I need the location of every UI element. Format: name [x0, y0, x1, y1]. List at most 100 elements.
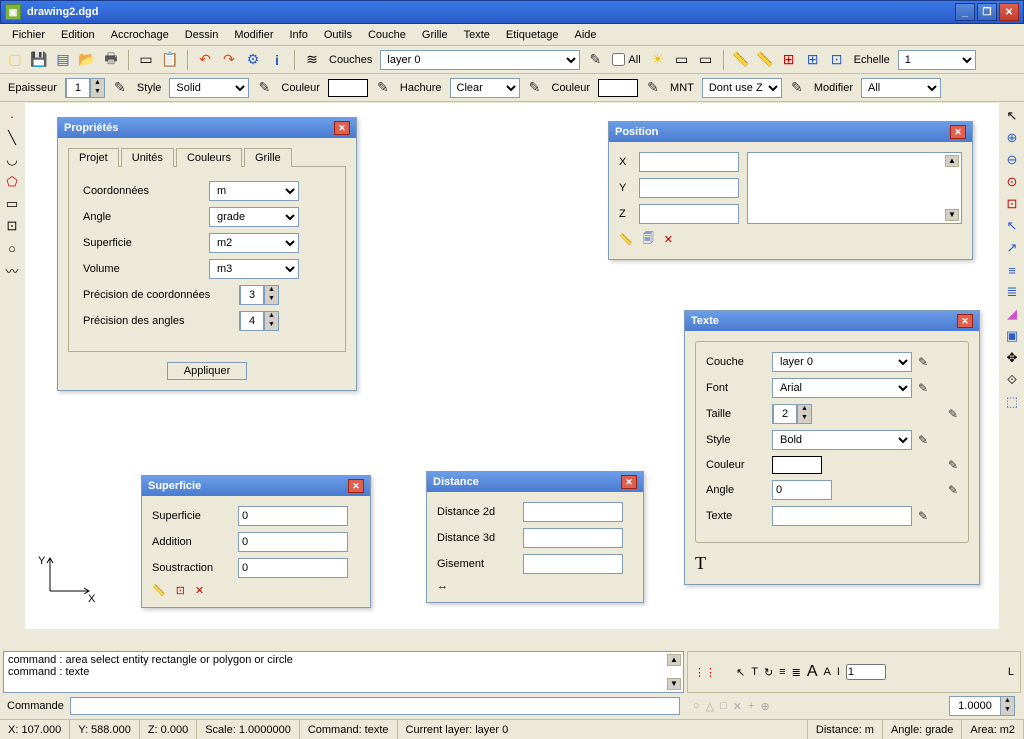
save-all-icon[interactable]: ▤ [54, 51, 72, 69]
stack-icon[interactable]: ≡ [1003, 261, 1021, 279]
dim-icon[interactable]: ⊞ [780, 51, 798, 69]
circle-shape-icon[interactable]: ○ [693, 700, 700, 712]
pencil-icon[interactable]: ✎ [918, 433, 928, 447]
zoom-fit-icon[interactable]: ⊙ [1003, 173, 1021, 191]
pencil-icon[interactable]: ✎ [644, 79, 662, 97]
rotate-icon[interactable]: ↻ [764, 666, 773, 679]
circle-tool-icon[interactable]: ○ [3, 239, 21, 257]
rect2-icon[interactable]: ▭ [697, 51, 715, 69]
print-icon[interactable]: 🖶 [102, 51, 120, 69]
pencil-icon[interactable]: ✎ [255, 79, 273, 97]
menu-texte[interactable]: Texte [456, 27, 498, 43]
plus-shape-icon[interactable]: + [748, 700, 754, 712]
paste-icon[interactable]: 📋 [161, 51, 179, 69]
square-shape-icon[interactable]: □ [720, 700, 727, 712]
epaisseur-spinner[interactable]: ▲▼ [65, 78, 105, 98]
text-angle-input[interactable] [772, 480, 832, 500]
cursor-text-icon[interactable]: I [837, 666, 840, 678]
curve-tool-icon[interactable]: 〰 [3, 261, 21, 279]
ruler-icon[interactable]: 📏 [152, 584, 166, 597]
menu-dessin[interactable]: Dessin [177, 27, 227, 43]
delete-surf-icon[interactable]: ✕ [195, 584, 204, 597]
texte-close-icon[interactable]: ✕ [957, 314, 973, 328]
menu-couche[interactable]: Couche [360, 27, 414, 43]
zoom-out-icon[interactable]: ⊖ [1003, 151, 1021, 169]
add-input[interactable] [238, 532, 348, 552]
pencil-icon[interactable]: ✎ [374, 79, 392, 97]
x-shape-icon[interactable]: ✕ [733, 700, 742, 713]
tab-projet[interactable]: Projet [68, 148, 119, 167]
menu-etiquetage[interactable]: Etiquetage [498, 27, 567, 43]
style-select[interactable]: Solid [169, 78, 249, 98]
menu-grille[interactable]: Grille [414, 27, 456, 43]
command-log[interactable]: command : area select entity rectangle o… [3, 651, 684, 693]
menu-outils[interactable]: Outils [316, 27, 360, 43]
superficie-close-icon[interactable]: ✕ [348, 479, 364, 493]
z-input[interactable] [639, 204, 739, 224]
cursor-icon[interactable]: ↖ [1003, 107, 1021, 125]
tab-grille[interactable]: Grille [244, 148, 292, 167]
ruler2-icon[interactable]: 📏 [756, 51, 774, 69]
close-button[interactable]: ✕ [999, 3, 1019, 21]
grid-icon[interactable]: ⋮⋮ [694, 666, 716, 679]
ruler-red-icon[interactable]: ⊡ [176, 584, 185, 597]
arrow-ne-icon[interactable]: ↗ [1003, 239, 1021, 257]
y-input[interactable] [639, 178, 739, 198]
arrow-dim-icon[interactable]: ↖ [736, 666, 745, 679]
pencil-icon[interactable]: ✎ [111, 79, 129, 97]
zoom-in-icon[interactable]: ⊕ [1003, 129, 1021, 147]
select-rect-icon[interactable]: ⬚ [1003, 393, 1021, 411]
properties-close-icon[interactable]: ✕ [334, 121, 350, 135]
open-folder-icon[interactable]: 📂 [78, 51, 96, 69]
fill-icon[interactable]: ▣ [1003, 327, 1021, 345]
mnt-select[interactable]: Dont use Z [702, 78, 782, 98]
angle-select[interactable]: grade [209, 207, 299, 227]
surf-select[interactable]: m2 [209, 233, 299, 253]
couleur-swatch[interactable] [328, 79, 368, 97]
all-checkbox[interactable]: All [612, 53, 640, 66]
menu-edition[interactable]: Edition [53, 27, 103, 43]
modifier-select[interactable]: All [861, 78, 941, 98]
rect-icon[interactable]: ▭ [673, 51, 691, 69]
pencil-icon[interactable]: ✎ [918, 381, 928, 395]
couches-select[interactable]: layer 0 [380, 50, 580, 70]
pencil-icon[interactable]: ✎ [948, 483, 958, 497]
couleur2-swatch[interactable] [598, 79, 638, 97]
measure-icon[interactable]: ↔ [437, 580, 448, 592]
menu-fichier[interactable]: Fichier [4, 27, 53, 43]
font-a-icon[interactable]: A [807, 663, 818, 681]
stack2-icon[interactable]: ≣ [1003, 283, 1021, 301]
minimize-button[interactable]: _ [955, 3, 975, 21]
ruler-icon[interactable]: 📏 [619, 233, 633, 246]
pencil-icon[interactable]: ✎ [526, 79, 544, 97]
l-icon[interactable]: L [1008, 666, 1014, 678]
line-tool-icon[interactable]: ╲ [3, 129, 21, 147]
menu-modifier[interactable]: Modifier [226, 27, 281, 43]
pencil-icon[interactable]: ✎ [788, 79, 806, 97]
copy-pos-icon[interactable]: 🗐 [643, 230, 654, 249]
menu-accrochage[interactable]: Accrochage [103, 27, 177, 43]
arc-tool-icon[interactable]: ◡ [3, 151, 21, 169]
position-list[interactable]: ▲ ▼ [747, 152, 962, 224]
maximize-button[interactable]: ❐ [977, 3, 997, 21]
pencil-icon[interactable]: ✎ [586, 51, 604, 69]
gis-input[interactable] [523, 554, 623, 574]
right-value-input[interactable] [846, 664, 886, 680]
move-icon[interactable]: ✥ [1003, 349, 1021, 367]
vol-select[interactable]: m3 [209, 259, 299, 279]
info-icon[interactable]: i [268, 51, 286, 69]
align-icon[interactable]: ≡ [779, 666, 785, 678]
d2-input[interactable] [523, 502, 623, 522]
text-taille-spinner[interactable]: ▲▼ [772, 404, 812, 424]
distance-close-icon[interactable]: ✕ [621, 475, 637, 489]
pencil-icon[interactable]: ✎ [918, 509, 928, 523]
zoom-window-icon[interactable]: ⊡ [1003, 195, 1021, 213]
apply-button[interactable]: Appliquer [167, 362, 247, 380]
text-texte-input[interactable] [772, 506, 912, 526]
coord-select[interactable]: m [209, 181, 299, 201]
rect2-tool-icon[interactable]: ⊡ [3, 217, 21, 235]
echelle-select[interactable]: 1 [898, 50, 976, 70]
hachure-select[interactable]: Clear [450, 78, 520, 98]
text-couleur-swatch[interactable] [772, 456, 822, 474]
tab-couleurs[interactable]: Couleurs [176, 148, 242, 167]
